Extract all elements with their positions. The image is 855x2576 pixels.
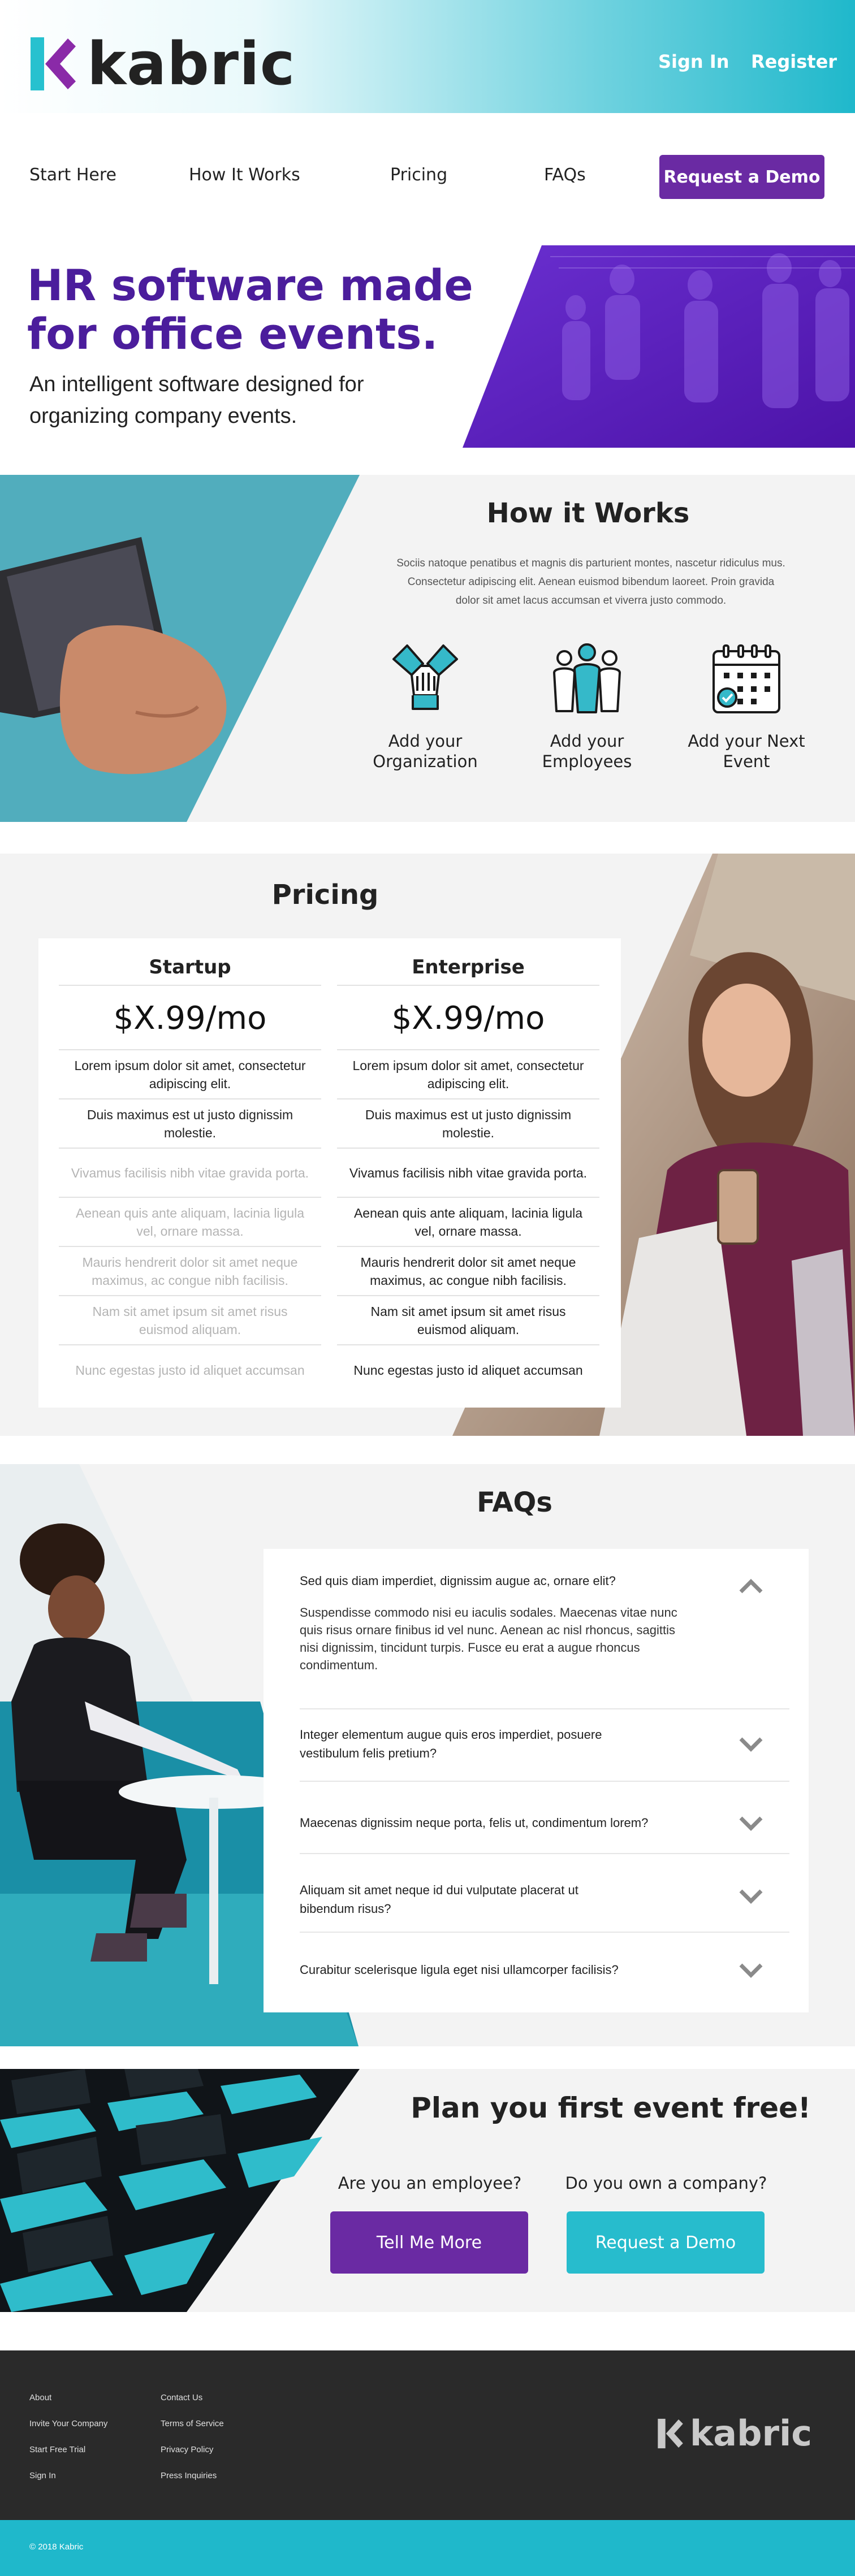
plan-feature: Duis maximus est ut justo dignissim mole… bbox=[337, 1099, 599, 1149]
faq-question[interactable]: Integer elementum augue quis eros imperd… bbox=[300, 1725, 662, 1763]
plan-feature: Vivamus facilisis nibh vitae gravida por… bbox=[59, 1149, 321, 1198]
footer-link-contact[interactable]: Contact Us bbox=[161, 2393, 202, 2402]
people-icon bbox=[553, 643, 621, 713]
plan-feature: Nam sit amet ipsum sit amet risus euismo… bbox=[59, 1296, 321, 1345]
step-label: Add your Next Event bbox=[688, 731, 805, 771]
footer-link-sign-in[interactable]: Sign In bbox=[29, 2471, 56, 2480]
plan-feature: Aenean quis ante aliquam, lacinia ligula… bbox=[337, 1198, 599, 1247]
phone-in-hand-image bbox=[0, 475, 360, 822]
copyright-bar bbox=[0, 2520, 855, 2576]
footer-logo[interactable]: kabric bbox=[656, 2414, 812, 2453]
footer-link-privacy[interactable]: Privacy Policy bbox=[161, 2445, 213, 2454]
plan-enterprise: Enterprise $X.99/mo Lorem ipsum dolor si… bbox=[337, 950, 599, 1395]
plan-startup: Startup $X.99/mo Lorem ipsum dolor sit a… bbox=[59, 950, 321, 1395]
how-it-works-title: How it Works bbox=[486, 497, 690, 529]
plan-feature: Mauris hendrerit dolor sit amet neque ma… bbox=[337, 1247, 599, 1296]
faq-item-3[interactable]: Maecenas dignissim neque porta, felis ut… bbox=[300, 1813, 789, 1854]
sign-in-link[interactable]: Sign In bbox=[658, 51, 729, 72]
cta-title: Plan you first event free! bbox=[411, 2092, 811, 2124]
footer-link-trial[interactable]: Start Free Trial bbox=[29, 2445, 85, 2454]
faq-answer: Suspendisse commodo nisi eu iaculis soda… bbox=[300, 1605, 677, 1672]
auditorium-chairs-image bbox=[0, 2069, 360, 2312]
step-add-organization: Add your Organization bbox=[357, 639, 493, 772]
faq-item-4[interactable]: Aliquam sit amet neque id dui vulputate … bbox=[300, 1881, 789, 1933]
plan-feature: Lorem ipsum dolor sit amet, consectetur … bbox=[337, 1050, 599, 1099]
nav-pricing[interactable]: Pricing bbox=[390, 165, 447, 185]
brand-logo[interactable]: kabric bbox=[27, 33, 295, 95]
request-demo-button[interactable]: Request a Demo bbox=[659, 155, 824, 199]
chevron-down-icon[interactable] bbox=[739, 1889, 763, 1906]
faq-question[interactable]: Maecenas dignissim neque porta, felis ut… bbox=[300, 1813, 696, 1832]
footer-link-terms[interactable]: Terms of Service bbox=[161, 2419, 224, 2428]
brand-wordmark: kabric bbox=[87, 29, 296, 98]
hero-subtitle: An intelligent software designed for org… bbox=[29, 373, 364, 428]
plan-feature: Vivamus facilisis nibh vitae gravida por… bbox=[337, 1149, 599, 1198]
step-add-next-event: Add your Next Event bbox=[679, 639, 814, 772]
chevron-down-icon[interactable] bbox=[739, 1816, 763, 1833]
step-add-employees: Add your Employees bbox=[519, 639, 655, 772]
step-label: Add your Employees bbox=[542, 731, 632, 771]
plan-feature: Nunc egestas justo id aliquet accumsan bbox=[75, 1362, 305, 1378]
faq-title: FAQs bbox=[477, 1487, 552, 1518]
handshake-icon bbox=[392, 644, 458, 710]
faq-question[interactable]: Curabitur scelerisque ligula eget nisi u… bbox=[300, 1960, 696, 1979]
chevron-up-icon[interactable] bbox=[739, 1577, 763, 1594]
footer-link-about[interactable]: About bbox=[29, 2393, 51, 2402]
employee-question: Are you an employee? bbox=[338, 2174, 522, 2193]
nav-how-it-works[interactable]: How It Works bbox=[189, 165, 300, 185]
faq-question[interactable]: Aliquam sit amet neque id dui vulputate … bbox=[300, 1881, 594, 1918]
chevron-down-icon[interactable] bbox=[739, 1963, 763, 1980]
footer-link-press[interactable]: Press Inquiries bbox=[161, 2471, 217, 2480]
footer-link-invite[interactable]: Invite Your Company bbox=[29, 2419, 107, 2428]
hero-office-event-image bbox=[463, 245, 855, 448]
calendar-icon bbox=[712, 644, 780, 713]
plan-feature: Duis maximus est ut justo dignissim mole… bbox=[59, 1099, 321, 1149]
nav-start-here[interactable]: Start Here bbox=[29, 165, 116, 185]
how-it-works-description: Sociis natoque penatibus et magnis dis p… bbox=[396, 557, 785, 607]
chevron-down-icon[interactable] bbox=[739, 1737, 763, 1754]
nav-faqs[interactable]: FAQs bbox=[544, 165, 586, 185]
plan-name: Startup bbox=[149, 956, 231, 979]
tell-me-more-button[interactable]: Tell Me More bbox=[330, 2211, 528, 2274]
step-label: Add your Organization bbox=[373, 731, 478, 771]
pricing-title: Pricing bbox=[271, 879, 379, 911]
footer-wordmark: kabric bbox=[690, 2413, 813, 2454]
plan-feature: Mauris hendrerit dolor sit amet neque ma… bbox=[59, 1247, 321, 1296]
plan-name: Enterprise bbox=[412, 956, 525, 979]
kabric-k-icon bbox=[31, 37, 76, 90]
plan-feature: Lorem ipsum dolor sit amet, consectetur … bbox=[59, 1050, 321, 1099]
faq-question[interactable]: Sed quis diam imperdiet, dignissim augue… bbox=[300, 1571, 662, 1590]
copyright-text: © 2018 Kabric bbox=[29, 2542, 84, 2552]
faq-item-1[interactable]: Sed quis diam imperdiet, dignissim augue… bbox=[300, 1571, 789, 1709]
plan-feature: Nam sit amet ipsum sit amet risus euismo… bbox=[337, 1296, 599, 1345]
cta-request-demo-button[interactable]: Request a Demo bbox=[567, 2211, 765, 2274]
plan-price: $X.99/mo bbox=[59, 985, 321, 1050]
kabric-k-icon bbox=[658, 2418, 683, 2449]
plan-feature: Aenean quis ante aliquam, lacinia ligula… bbox=[59, 1198, 321, 1247]
company-question: Do you own a company? bbox=[565, 2174, 767, 2193]
hero-title: HR software made for office events. bbox=[27, 260, 473, 359]
register-link[interactable]: Register bbox=[751, 51, 837, 72]
plan-feature: Nunc egestas justo id aliquet accumsan bbox=[353, 1362, 583, 1378]
faq-item-5[interactable]: Curabitur scelerisque ligula eget nisi u… bbox=[300, 1960, 789, 1994]
faq-item-2[interactable]: Integer elementum augue quis eros imperd… bbox=[300, 1725, 789, 1782]
plan-price: $X.99/mo bbox=[337, 985, 599, 1050]
